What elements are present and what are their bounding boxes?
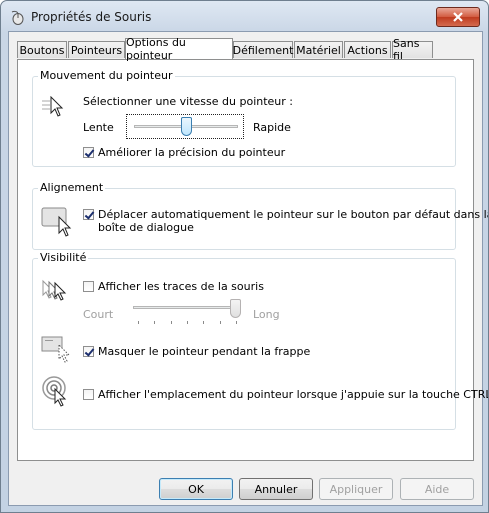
trails-long-label: Long <box>253 308 280 321</box>
ok-button[interactable]: OK <box>159 478 233 500</box>
mouse-properties-window: Propriétés de Souris Boutons Pointeurs O… <box>0 0 489 513</box>
fast-label: Rapide <box>253 121 291 134</box>
dialog-client-area: Boutons Pointeurs Options du pointeur Dé… <box>8 31 488 506</box>
tab-panel: Mouvement du pointeur Sélectionner une v… <box>17 59 488 461</box>
show-location-checkbox[interactable] <box>83 389 94 400</box>
pointer-trails-icon <box>42 279 67 301</box>
hide-pointer-checkbox[interactable] <box>83 346 94 357</box>
trails-checkbox[interactable] <box>83 281 94 292</box>
trails-slider-tick <box>236 321 237 324</box>
tab-boutons[interactable]: Boutons <box>17 41 67 58</box>
group-pointer-motion: Mouvement du pointeur Sélectionner une v… <box>32 69 456 167</box>
snap-checkbox[interactable] <box>83 209 94 220</box>
hide-pointer-label[interactable]: Masquer le pointeur pendant la frappe <box>98 345 310 358</box>
group-legend-snap: Alignement <box>38 181 106 194</box>
speed-slider-thumb[interactable] <box>180 117 192 136</box>
title-bar: Propriétés de Souris <box>1 1 488 31</box>
snap-label-line1[interactable]: Déplacer automatiquement le pointeur sur… <box>98 208 488 221</box>
hide-while-typing-icon <box>41 336 71 363</box>
close-icon <box>453 12 463 22</box>
trails-slider-tick <box>170 321 172 324</box>
show-location-label[interactable]: Afficher l'emplacement du pointeur lorsq… <box>98 388 488 401</box>
help-button[interactable]: Aide <box>400 478 474 500</box>
trails-length-slider[interactable] <box>133 299 243 325</box>
trails-slider-tick <box>203 321 205 324</box>
slow-label: Lente <box>83 121 114 134</box>
apply-button[interactable]: Appliquer <box>319 478 393 500</box>
snap-label-line2[interactable]: boîte de dialogue <box>98 221 194 234</box>
trails-slider-tick <box>187 321 188 324</box>
trails-slider-track <box>133 306 241 309</box>
tab-options-du-pointeur[interactable]: Options du pointeur <box>125 36 233 62</box>
tab-actions[interactable]: Actions <box>344 41 391 58</box>
speed-prompt-label: Sélectionner une vitesse du pointeur : <box>83 95 293 108</box>
precision-label[interactable]: Améliorer la précision du pointeur <box>98 146 285 159</box>
close-button[interactable] <box>436 7 480 27</box>
trails-slider-tick <box>138 321 139 324</box>
tab-sans-fil[interactable]: Sans fil <box>392 37 433 63</box>
trails-slider-tick <box>219 321 221 324</box>
group-snap-to: Alignement Déplacer automatiquement le p… <box>32 181 488 250</box>
pointer-speed-icon <box>42 96 64 117</box>
trails-label[interactable]: Afficher les traces de la souris <box>98 280 264 293</box>
group-visibility: Visibilité Afficher les traces de la sou… <box>32 251 488 430</box>
group-legend-visibility: Visibilité <box>38 251 89 264</box>
trails-slider-thumb[interactable] <box>230 299 241 318</box>
tab-defilement[interactable]: Défilement <box>233 41 293 58</box>
mouse-icon <box>11 10 24 25</box>
show-location-icon <box>42 376 67 407</box>
speed-slider[interactable] <box>126 114 244 139</box>
precision-checkbox[interactable] <box>83 147 94 158</box>
window-title: Propriétés de Souris <box>31 10 152 24</box>
snap-to-default-icon <box>41 207 72 237</box>
tab-materiel[interactable]: Matériel <box>294 41 343 58</box>
cancel-button[interactable]: Annuler <box>239 478 313 500</box>
tab-pointeurs[interactable]: Pointeurs <box>68 41 125 58</box>
group-legend-motion: Mouvement du pointeur <box>38 69 175 82</box>
trails-short-label: Court <box>83 308 114 321</box>
trails-slider-tick <box>154 321 156 324</box>
